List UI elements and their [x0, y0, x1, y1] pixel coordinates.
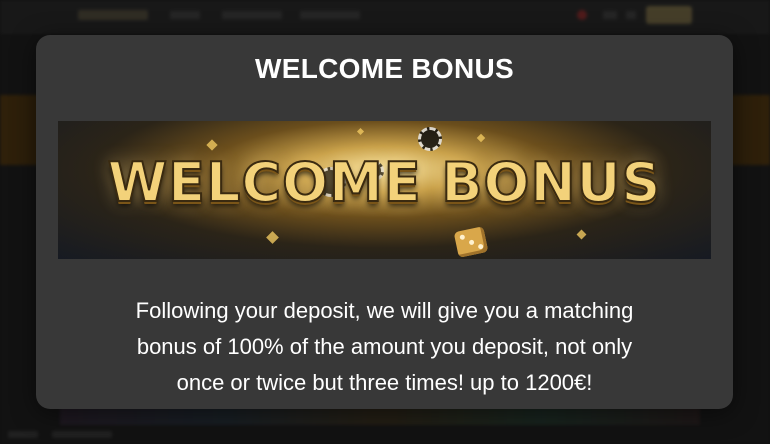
bonus-description-line: once or twice but three times! up to 120… — [176, 370, 593, 395]
welcome-bonus-banner-image: WELCOME BONUS — [58, 121, 711, 259]
sparkle-decoration — [266, 231, 279, 244]
dice-icon — [453, 226, 489, 258]
sparkle-decoration — [356, 127, 365, 136]
sparkle-decoration — [206, 139, 218, 151]
bonus-description-line: bonus of 100% of the amount you deposit,… — [136, 334, 633, 359]
bonus-description: Following your deposit, we will give you… — [76, 293, 693, 401]
sparkle-decoration — [476, 133, 486, 143]
banner-headline: WELCOME BONUS — [107, 150, 662, 215]
modal-title: WELCOME BONUS — [254, 53, 514, 84]
welcome-bonus-modal: WELCOME BONUS WELCOME BONUS Following yo… — [36, 35, 733, 409]
sparkle-decoration — [576, 229, 587, 240]
casino-chip-icon — [418, 127, 442, 151]
bonus-description-line: Following your deposit, we will give you… — [135, 298, 634, 323]
